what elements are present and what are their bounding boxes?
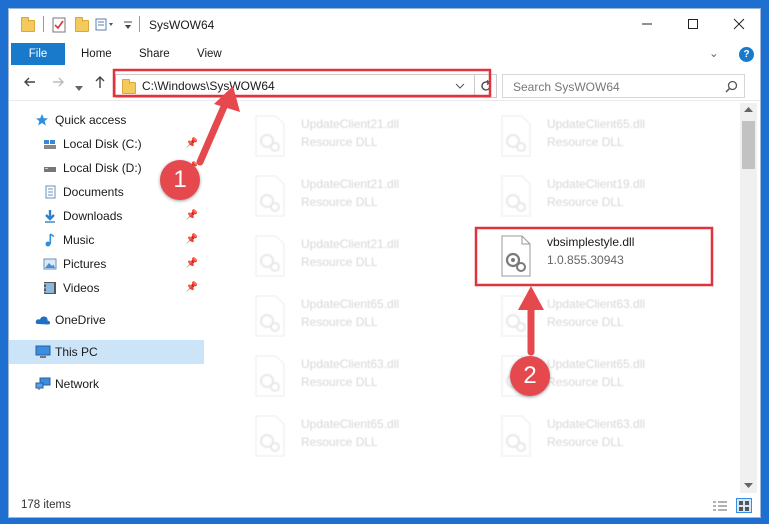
arrow-2-icon [518, 286, 544, 356]
arrow-1-icon [196, 86, 240, 166]
address-highlight-box [112, 68, 492, 98]
step-1-badge: 1 [160, 160, 200, 200]
annotation-overlay [112, 68, 714, 356]
step-2-badge: 2 [510, 356, 550, 396]
file-highlight-box [474, 226, 714, 287]
